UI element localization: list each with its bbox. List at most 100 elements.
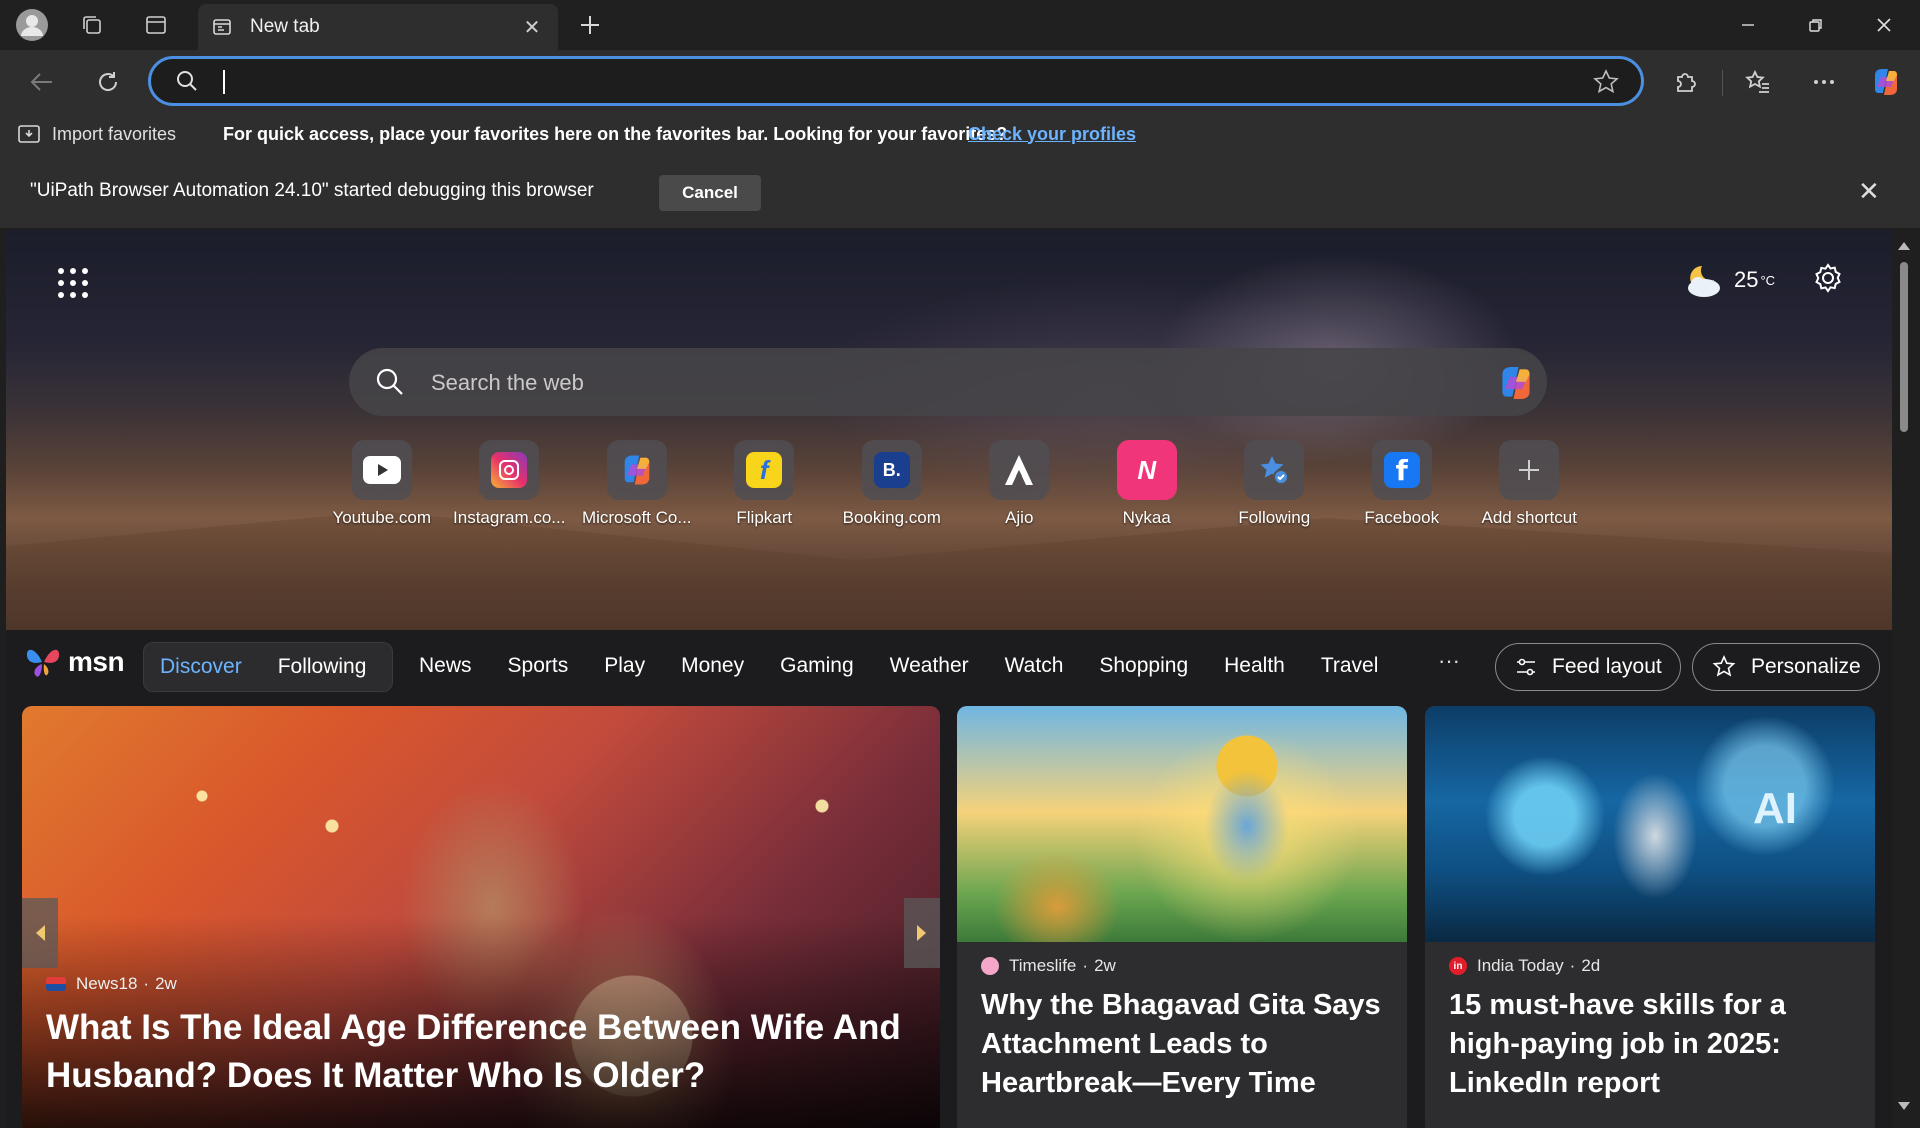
workspaces-button[interactable] <box>68 8 116 42</box>
nav-sports[interactable]: Sports <box>508 654 569 678</box>
shortcut-ajio[interactable]: Ajio <box>956 440 1084 528</box>
shortcut-nykaa[interactable]: N Nykaa <box>1083 440 1211 528</box>
minimize-button[interactable] <box>1714 0 1782 50</box>
india-today-logo-icon: in <box>1449 957 1467 975</box>
personalize-label: Personalize <box>1751 655 1861 678</box>
favorites-bar: Import favorites For quick access, place… <box>0 112 1920 156</box>
tab-following[interactable]: Following <box>278 655 367 679</box>
import-icon <box>18 125 40 143</box>
personalize-button[interactable]: Personalize <box>1692 643 1880 691</box>
close-tab-icon[interactable]: ✕ <box>520 15 544 40</box>
back-button[interactable] <box>22 62 62 102</box>
extensions-button[interactable] <box>1666 62 1706 102</box>
new-tab-button[interactable] <box>566 8 614 42</box>
nykaa-icon: N <box>1137 454 1157 485</box>
refresh-button[interactable] <box>88 62 128 102</box>
web-search-box[interactable]: Search the web <box>349 348 1547 416</box>
msn-category-links: News Sports Play Money Gaming Weather Wa… <box>419 654 1414 678</box>
source-name: India Today <box>1477 956 1564 975</box>
shortcut-label: Youtube.com <box>332 508 432 527</box>
nav-watch[interactable]: Watch <box>1005 654 1064 678</box>
gear-icon <box>1815 263 1841 293</box>
carousel-prev-button[interactable] <box>22 898 58 968</box>
news-card[interactable]: Timeslife · 2w Why the Bhagavad Gita Say… <box>957 706 1407 1128</box>
toolbar <box>0 50 1920 112</box>
search-icon <box>376 368 403 395</box>
article-title[interactable]: Why the Bhagavad Gita Says Attachment Le… <box>981 986 1391 1103</box>
scroll-thumb[interactable] <box>1900 262 1908 432</box>
cancel-debugging-button[interactable]: Cancel <box>659 175 761 211</box>
image-ai-text: AI <box>1753 784 1797 833</box>
shortcut-facebook[interactable]: f Facebook <box>1338 440 1466 528</box>
tab-discover[interactable]: Discover <box>160 655 242 679</box>
feed-layout-label: Feed layout <box>1552 655 1662 678</box>
temperature-unit: °C <box>1760 272 1776 288</box>
msn-logo[interactable]: msn <box>24 644 125 680</box>
news-card-featured[interactable]: News18 · 2w What Is The Ideal Age Differ… <box>22 706 940 1128</box>
nav-gaming[interactable]: Gaming <box>780 654 854 678</box>
facebook-icon: f <box>1383 452 1420 488</box>
more-dots-icon <box>1814 80 1834 84</box>
minimize-icon <box>1742 24 1754 26</box>
copilot-icon[interactable] <box>1495 362 1537 404</box>
apps-launcher-icon[interactable] <box>58 268 88 298</box>
address-bar[interactable] <box>148 56 1644 106</box>
article-title[interactable]: 15 must-have skills for a high-paying jo… <box>1449 986 1859 1103</box>
settings-more-button[interactable] <box>1804 62 1844 102</box>
news18-logo-icon <box>46 977 66 991</box>
tab-new-tab[interactable]: New tab ✕ <box>198 4 558 50</box>
background-image: 25 °C Search the web Youtube.com Instagr… <box>6 230 1892 630</box>
article-title[interactable]: What Is The Ideal Age Difference Between… <box>46 1004 926 1100</box>
restore-button[interactable] <box>1782 0 1850 50</box>
import-favorites-button[interactable]: Import favorites <box>16 121 176 147</box>
shortcut-label: Following <box>1238 508 1311 527</box>
page-settings-button[interactable] <box>1812 262 1844 299</box>
nav-weather[interactable]: Weather <box>890 654 969 678</box>
shortcut-add[interactable]: Add shortcut <box>1466 440 1594 528</box>
profile-button[interactable] <box>8 8 56 42</box>
following-star-icon <box>1260 456 1290 485</box>
shortcut-label: Add shortcut <box>1481 508 1577 527</box>
flipkart-icon: f <box>746 452 783 488</box>
msn-nav-bar: msn Discover Following News Sports Play … <box>6 630 1892 700</box>
shortcut-microsoft-copilot[interactable]: Microsoft Co... <box>573 440 701 528</box>
close-window-button[interactable] <box>1850 0 1918 50</box>
copilot-button[interactable] <box>1866 62 1906 102</box>
favorites-icon <box>1745 69 1769 93</box>
msn-logo-text: msn <box>68 646 125 677</box>
timeslife-logo-icon <box>981 957 999 975</box>
news-card[interactable]: AI in India Today · 2d 15 must-have skil… <box>1425 706 1875 1128</box>
search-icon <box>177 71 197 91</box>
shortcut-flipkart[interactable]: f Flipkart <box>701 440 829 528</box>
shortcut-youtube[interactable]: Youtube.com <box>318 440 446 528</box>
scroll-up-arrow-icon[interactable] <box>1898 242 1910 250</box>
favorite-star-icon[interactable] <box>1593 69 1619 95</box>
feed-layout-button[interactable]: Feed layout <box>1495 643 1681 691</box>
nav-money[interactable]: Money <box>681 654 744 678</box>
nav-news[interactable]: News <box>419 654 472 678</box>
nav-shopping[interactable]: Shopping <box>1099 654 1188 678</box>
shortcut-booking[interactable]: B. Booking.com <box>828 440 956 528</box>
favorites-button[interactable] <box>1738 62 1778 102</box>
tab-actions-icon <box>146 16 166 34</box>
nav-health[interactable]: Health <box>1224 654 1285 678</box>
import-favorites-label: Import favorites <box>52 123 177 144</box>
plus-icon <box>581 16 599 34</box>
article-source: News18 · 2w <box>46 974 177 994</box>
check-profiles-link[interactable]: Check your profiles <box>968 124 1136 145</box>
shortcut-following[interactable]: Following <box>1211 440 1339 528</box>
page-scrollbar[interactable] <box>1892 230 1916 1128</box>
nav-travel[interactable]: Travel <box>1321 654 1379 678</box>
weather-widget[interactable]: 25 °C <box>1682 260 1775 300</box>
scroll-down-arrow-icon[interactable] <box>1898 1102 1910 1110</box>
shortcut-label: Instagram.co... <box>453 508 566 527</box>
source-name: Timeslife <box>1009 956 1077 975</box>
shortcut-label: Nykaa <box>1122 508 1171 527</box>
carousel-next-button[interactable] <box>904 898 940 968</box>
close-infobar-icon[interactable]: ✕ <box>1858 176 1880 207</box>
nav-play[interactable]: Play <box>604 654 645 678</box>
toolbar-divider <box>1722 70 1723 96</box>
vertical-tabs-button[interactable] <box>132 8 180 42</box>
nav-more-button[interactable]: ··· <box>1438 648 1460 674</box>
shortcut-instagram[interactable]: Instagram.co... <box>446 440 574 528</box>
